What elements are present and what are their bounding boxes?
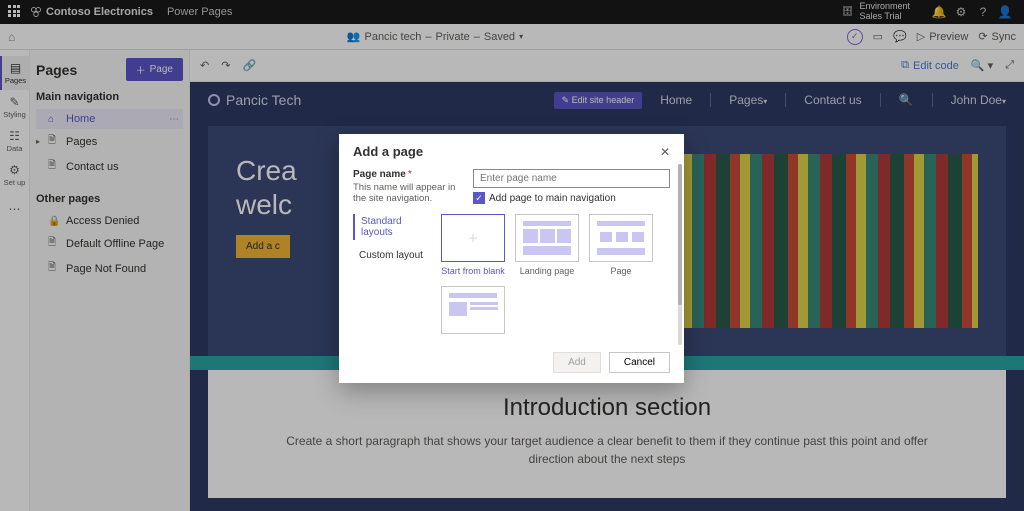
- add-button[interactable]: Add: [553, 352, 601, 373]
- layout-tab-custom[interactable]: Custom layout: [353, 248, 433, 263]
- required-indicator: *: [408, 169, 412, 180]
- cancel-button[interactable]: Cancel: [609, 352, 670, 373]
- modal-scrollbar[interactable]: [678, 164, 682, 345]
- close-icon: ✕: [660, 145, 670, 159]
- pagename-label: Page name: [353, 169, 406, 180]
- plus-icon: ＋: [468, 230, 479, 246]
- tile-page[interactable]: Page: [589, 214, 653, 276]
- add-to-nav-checkbox[interactable]: ✓ Add page to main navigation: [473, 192, 670, 204]
- checkbox-checked-icon: ✓: [473, 192, 485, 204]
- tile-blank[interactable]: ＋ Start from blank: [441, 214, 505, 276]
- layout-tab-standard[interactable]: Standard layouts: [353, 214, 433, 240]
- pagename-input[interactable]: [473, 169, 670, 188]
- tile-extra[interactable]: [441, 286, 505, 334]
- add-page-modal: Add a page ✕ Page name* This name will a…: [339, 134, 684, 383]
- tile-landing[interactable]: Landing page: [515, 214, 579, 276]
- close-button[interactable]: ✕: [660, 145, 670, 159]
- pagename-hint: This name will appear in the site naviga…: [353, 182, 463, 204]
- modal-title: Add a page: [353, 144, 423, 159]
